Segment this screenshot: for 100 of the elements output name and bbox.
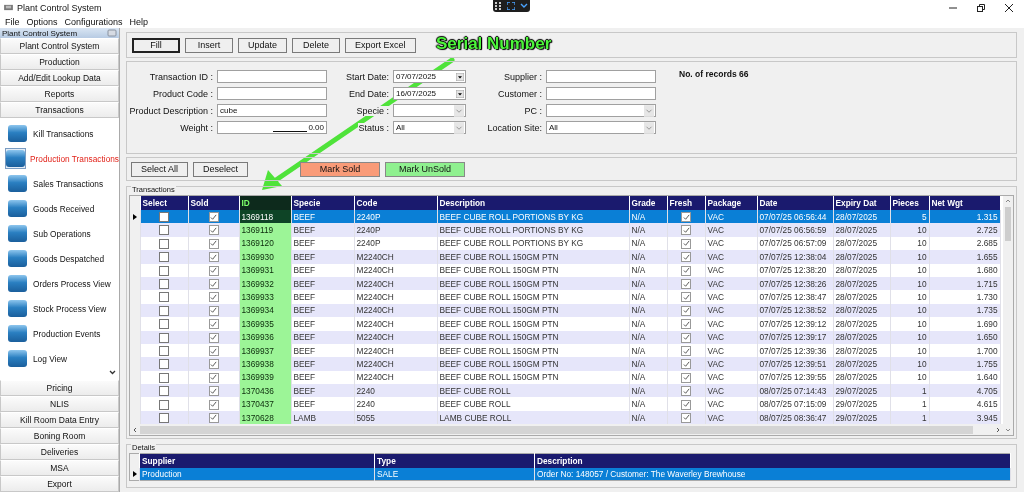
checkbox[interactable]: [208, 225, 219, 236]
checkbox[interactable]: [208, 238, 219, 249]
table-row[interactable]: 1369936 BEEF M2240CH BEEF CUBE ROLL 150GM PTN N/A VAC 07/07/25 12:39:17 28/07/2025 10 1.650: [130, 330, 1000, 344]
column-header[interactable]: Select: [140, 196, 188, 210]
dropdown-arrow-icon[interactable]: [456, 72, 464, 81]
column-header[interactable]: Description: [534, 453, 1011, 469]
input-field[interactable]: [546, 70, 656, 83]
column-header[interactable]: Type: [374, 453, 535, 469]
toolbar-button[interactable]: Insert: [185, 37, 233, 53]
sidebar-item[interactable]: Sales Transactions: [33, 178, 104, 189]
checkbox[interactable]: [159, 412, 169, 423]
checkbox[interactable]: [681, 386, 691, 397]
checkbox[interactable]: [681, 399, 691, 410]
checkbox[interactable]: [159, 305, 169, 316]
table-row[interactable]: 1369934 BEEF M2240CH BEEF CUBE ROLL 150GM PTN N/A VAC 07/07/25 12:38:52 28/07/2025 10 1.735: [130, 303, 1000, 318]
vertical-scrollbar[interactable]: [1003, 196, 1013, 436]
checkbox[interactable]: [208, 359, 219, 370]
checkbox[interactable]: [208, 319, 219, 330]
menu-item[interactable]: Options: [26, 16, 58, 27]
dropdown[interactable]: [393, 104, 466, 117]
module-icon[interactable]: [5, 348, 29, 369]
sidebar-item[interactable]: Sub Operations: [33, 228, 91, 239]
checkbox[interactable]: [208, 265, 219, 276]
checkbox[interactable]: [159, 386, 169, 397]
checkbox[interactable]: [208, 252, 219, 263]
module-icon[interactable]: [5, 198, 29, 219]
sidebar-item[interactable]: Production Events: [33, 328, 101, 339]
checkbox[interactable]: [159, 319, 169, 330]
sidebar-section[interactable]: Transactions: [0, 102, 119, 118]
sidebar-item[interactable]: Production Transactions: [30, 153, 119, 164]
close-icon[interactable]: [1004, 2, 1014, 13]
module-icon[interactable]: [5, 173, 29, 194]
checkbox[interactable]: [681, 359, 691, 370]
dropdown[interactable]: All: [546, 121, 656, 134]
column-header[interactable]: Fresh: [667, 196, 705, 210]
sidebar-section[interactable]: NLIS: [0, 396, 119, 412]
column-header[interactable]: Sold: [188, 196, 239, 210]
restore-icon[interactable]: [976, 2, 986, 13]
sidebar-section[interactable]: MSA: [0, 460, 119, 476]
checkbox[interactable]: [208, 346, 219, 356]
sidebar-section[interactable]: Export: [0, 476, 119, 492]
sidebar-section[interactable]: Deliveries: [0, 444, 119, 460]
column-header[interactable]: Package: [705, 196, 757, 210]
checkbox[interactable]: [681, 332, 691, 343]
column-header[interactable]: Date: [757, 196, 833, 210]
checkbox[interactable]: [681, 238, 691, 249]
checkbox[interactable]: [681, 412, 691, 423]
date-picker[interactable]: 07/07/2025: [393, 70, 466, 83]
checkbox[interactable]: [159, 279, 169, 290]
sidebar-item[interactable]: Kill Transactions: [33, 128, 94, 139]
checkbox[interactable]: [681, 279, 691, 290]
checkbox[interactable]: [681, 292, 691, 303]
checkbox[interactable]: [159, 332, 169, 343]
menu-item[interactable]: File: [5, 16, 20, 27]
checkbox[interactable]: [208, 399, 219, 410]
sidebar-section[interactable]: Plant Control System: [0, 38, 119, 54]
checkbox[interactable]: [159, 238, 169, 249]
sidebar-section[interactable]: Add/Edit Lookup Data: [0, 70, 119, 86]
checkbox[interactable]: [159, 399, 169, 410]
chevron-down-icon[interactable]: [519, 3, 528, 9]
checkbox[interactable]: [159, 265, 169, 276]
table-row[interactable]: 1369119 BEEF 2240P BEEF CUBE ROLL PORTIONS BY KG N/A VAC 07/07/25 06:56:59 28/07/2025 10 2.725: [130, 223, 1000, 237]
table-row[interactable]: 1370437 BEEF 2240 BEEF CUBE ROLL N/A VAC 08/07/25 07:15:09 29/07/2025 1 4.615: [130, 397, 1000, 411]
checkbox[interactable]: [681, 346, 691, 356]
pin-icon[interactable]: [107, 29, 117, 37]
module-icon[interactable]: [5, 223, 29, 244]
checkbox[interactable]: [208, 412, 219, 423]
table-row[interactable]: 1369938 BEEF M2240CH BEEF CUBE ROLL 150GM PTN N/A VAC 07/07/25 12:39:51 28/07/2025 10 1.755: [130, 357, 1000, 371]
checkbox[interactable]: [208, 279, 219, 290]
checkbox[interactable]: [159, 212, 169, 223]
checkbox[interactable]: [159, 292, 169, 303]
checkbox[interactable]: [208, 332, 219, 343]
menu-item[interactable]: Configurations: [64, 16, 123, 27]
scroll-up-icon[interactable]: [1005, 198, 1011, 204]
checkbox[interactable]: [681, 305, 691, 316]
table-row[interactable]: 1369930 BEEF M2240CH BEEF CUBE ROLL 150GM PTN N/A VAC 07/07/25 12:38:04 28/07/2025 10 1.655: [130, 250, 1000, 264]
sidebar-section[interactable]: Kill Room Data Entry: [0, 412, 119, 428]
module-icon[interactable]: [5, 123, 29, 144]
checkbox[interactable]: [681, 372, 691, 383]
checkbox[interactable]: [159, 359, 169, 370]
sidebar-section[interactable]: Boning Room: [0, 428, 119, 444]
dropdown[interactable]: [546, 104, 656, 117]
column-header[interactable]: Pieces: [890, 196, 929, 210]
toolbar-button[interactable]: Export Excel: [345, 37, 416, 53]
column-header[interactable]: Net Wgt: [929, 196, 1000, 210]
mark-button[interactable]: Mark UnSold: [385, 161, 466, 177]
scroll-left-icon[interactable]: [132, 426, 138, 433]
sidebar-item[interactable]: Orders Process View: [33, 278, 111, 289]
table-row[interactable]: 1370628 LAMB 5055 LAMB CUBE ROLL N/A VAC 08/07/25 08:36:47 29/07/2025 1 3.945: [130, 410, 1000, 425]
column-header[interactable]: Description: [437, 196, 629, 210]
selection-button[interactable]: Select All: [131, 161, 189, 177]
input-field[interactable]: [546, 87, 656, 100]
scroll-right-icon[interactable]: [995, 426, 1001, 433]
checkbox[interactable]: [159, 346, 169, 356]
column-header[interactable]: Expiry Dat: [833, 196, 890, 210]
checkbox[interactable]: [159, 372, 169, 383]
sidebar-item[interactable]: Goods Received: [33, 203, 95, 214]
module-icon[interactable]: [5, 148, 26, 169]
sidebar-section[interactable]: Reports: [0, 86, 119, 102]
column-header[interactable]: Specie: [291, 196, 354, 210]
